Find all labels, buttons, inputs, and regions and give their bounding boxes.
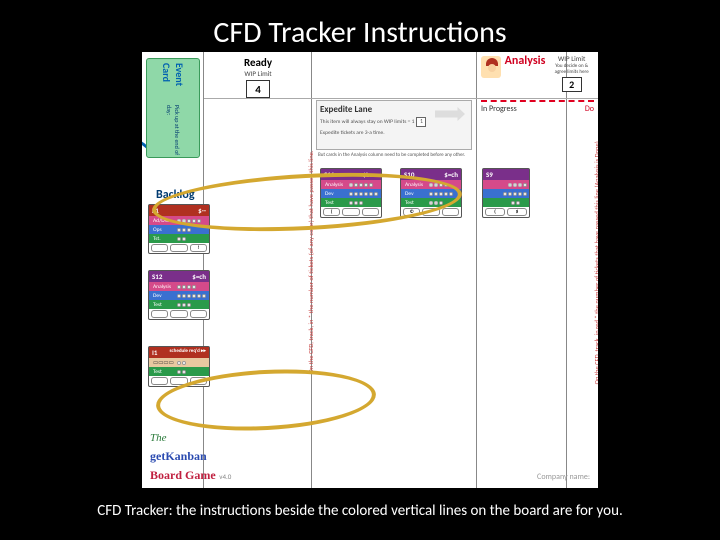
slide-title: CFD Tracker Instructions xyxy=(0,14,720,51)
expedite-lane: Expedite Lane This item will always stay… xyxy=(316,100,472,150)
avatar-icon xyxy=(481,56,501,78)
ready-wip-value: 4 xyxy=(246,80,270,98)
expedite-wip-box: 1 xyxy=(416,117,426,127)
event-card-day: 9 xyxy=(142,138,153,151)
cfd-strip-analysis: On the CFD, track, in red * the number o… xyxy=(592,82,598,442)
ready-wip-label: WIP Limit xyxy=(204,69,312,78)
event-card-title: Event Card xyxy=(160,59,186,105)
board-image: Event Card Pick up at the end of day: 9 … xyxy=(142,52,598,488)
analysis-wip-note: You decide on & agree limits here xyxy=(549,63,594,75)
company-name-label: Company name: xyxy=(537,472,590,482)
game-logo: The getKanban Board Game v4.0 xyxy=(150,427,250,484)
analysis-header: Analysis xyxy=(505,54,546,68)
analysis-wip-value: 2 xyxy=(562,77,582,92)
analysis-wip-label: WIP Limit xyxy=(549,54,594,63)
analysis-inprogress-label: In Progress xyxy=(481,104,517,114)
event-card-subtitle: Pick up at the end of day: xyxy=(165,105,181,157)
event-card: Event Card Pick up at the end of day: 9 xyxy=(146,58,200,158)
expedite-line1: This item will always stay on WIP limits… xyxy=(320,119,414,126)
expedite-rule: But cards in the Analysis column need to… xyxy=(318,152,468,158)
slide-caption: CFD Tracker: the instructions beside the… xyxy=(0,502,720,520)
ready-header: Ready xyxy=(204,52,312,69)
ticket-s12: S12$=ch Analysis Dev Test xyxy=(148,270,210,320)
expedite-line2: Expedite tickets are 3-a time. xyxy=(320,130,468,137)
ticket-s9: S9 ($ xyxy=(482,168,530,218)
